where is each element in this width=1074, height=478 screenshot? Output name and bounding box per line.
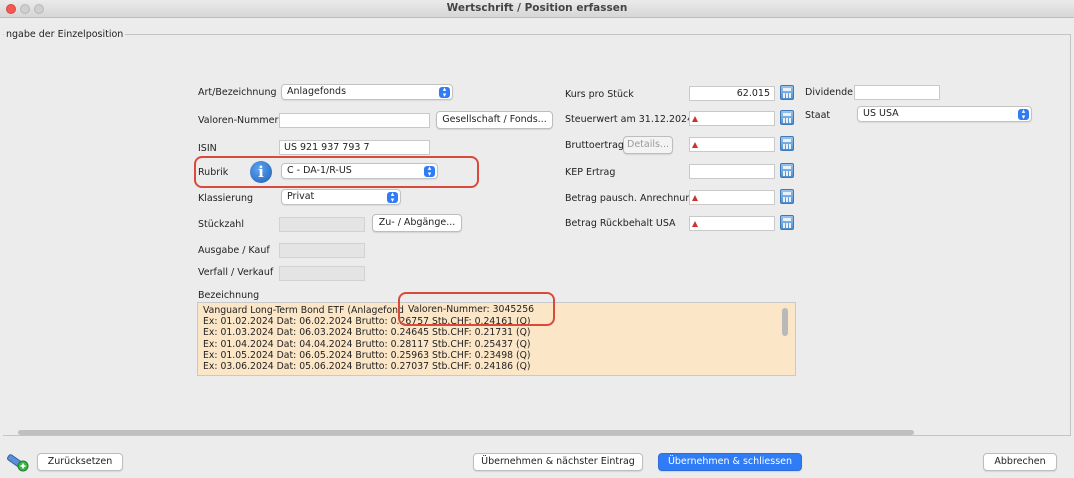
uebernehmen-naechster-button[interactable]: Übernehmen & nächster Eintrag <box>473 453 643 471</box>
bezeichnung-line: Ex: 01.04.2024 Dat: 04.04.2024 Brutto: 0… <box>203 338 531 350</box>
details-button[interactable]: Details... <box>623 136 673 154</box>
warning-icon <box>692 195 698 201</box>
warning-icon <box>692 142 698 148</box>
reset-button[interactable]: Zurücksetzen <box>37 453 123 471</box>
calculator-icon[interactable] <box>780 136 794 151</box>
zu-abgaenge-button[interactable]: Zu- / Abgänge... <box>372 214 462 232</box>
dividende-label: Dividende <box>805 87 853 98</box>
textarea-scrollbar[interactable] <box>782 308 788 336</box>
chevron-updown-icon: ▴ ▾ <box>387 191 398 203</box>
group-label: ngabe der Einzelposition <box>4 29 126 40</box>
ausgabe-kauf-input <box>279 243 365 258</box>
chevron-updown-icon: ▴ ▾ <box>1018 108 1029 120</box>
bruttoertrag-input[interactable] <box>689 137 775 152</box>
calculator-icon[interactable] <box>780 189 794 204</box>
klassierung-label: Klassierung <box>198 193 254 204</box>
dividende-input[interactable] <box>854 85 940 100</box>
gesellschaft-fonds-button[interactable]: Gesellschaft / Fonds... <box>436 111 553 129</box>
kep-input[interactable] <box>689 164 775 179</box>
calculator-icon[interactable] <box>780 215 794 230</box>
calculator-icon[interactable] <box>780 85 794 100</box>
warning-icon <box>692 116 698 122</box>
pausch-anrechnung-input[interactable] <box>689 190 775 205</box>
steuerwert-label: Steuerwert am 31.12.2024 <box>565 114 694 125</box>
pausch-anrechnung-label: Betrag pausch. Anrechnung <box>565 193 698 204</box>
isin-input[interactable]: US 921 937 793 7 <box>279 140 430 155</box>
kep-label: KEP Ertrag <box>565 167 616 178</box>
steuerwert-input[interactable] <box>689 111 775 126</box>
valoren-label: Valoren-Nummer <box>198 115 279 126</box>
valoren-input[interactable] <box>279 113 430 128</box>
stueckzahl-label: Stückzahl <box>198 219 244 230</box>
kurs-input[interactable]: 62.015 <box>689 86 775 101</box>
bezeichnung-label: Bezeichnung <box>198 290 260 301</box>
stueckzahl-input <box>279 217 365 232</box>
kurs-label: Kurs pro Stück <box>565 89 634 100</box>
isin-label: ISIN <box>198 143 217 154</box>
klassierung-select-value: Privat <box>287 191 315 202</box>
staat-select-value: US USA <box>863 108 899 119</box>
rueckbehalt-input[interactable] <box>689 216 775 231</box>
staat-label: Staat <box>805 110 831 121</box>
rubrik-highlight-box <box>194 156 479 188</box>
bezeichnung-line: Ex: 03.06.2024 Dat: 05.06.2024 Brutto: 0… <box>203 361 531 373</box>
calculator-icon[interactable] <box>780 110 794 125</box>
verfall-verkauf-input <box>279 266 365 281</box>
rueckbehalt-label: Betrag Rückbehalt USA <box>565 218 676 229</box>
valoren-highlight-box <box>398 292 555 326</box>
klassierung-select[interactable]: Privat ▴ ▾ <box>281 189 401 205</box>
art-select-value: Anlagefonds <box>287 86 347 97</box>
staat-select[interactable]: US USA ▴ ▾ <box>857 106 1032 122</box>
add-wertschrift-icon[interactable] <box>6 452 30 472</box>
art-select[interactable]: Anlagefonds ▴ ▾ <box>281 84 453 100</box>
horizontal-scrollbar-thumb[interactable] <box>18 430 914 435</box>
verfall-verkauf-label: Verfall / Verkauf <box>198 267 274 278</box>
bezeichnung-line: Ex: 01.05.2024 Dat: 06.05.2024 Brutto: 0… <box>203 349 531 361</box>
window-title: Wertschrift / Position erfassen <box>446 2 628 14</box>
chevron-updown-icon: ▴ ▾ <box>439 86 450 98</box>
abbrechen-button[interactable]: Abbrechen <box>983 453 1057 471</box>
bruttoertrag-label: Bruttoertrag <box>565 140 624 151</box>
bezeichnung-line: Ex: 01.03.2024 Dat: 06.03.2024 Brutto: 0… <box>203 327 531 339</box>
ausgabe-kauf-label: Ausgabe / Kauf <box>198 245 270 256</box>
warning-icon <box>692 221 698 227</box>
uebernehmen-schliessen-button[interactable]: Übernehmen & schliessen <box>658 453 802 471</box>
art-label: Art/Bezeichnung <box>198 87 277 98</box>
calculator-icon[interactable] <box>780 163 794 178</box>
